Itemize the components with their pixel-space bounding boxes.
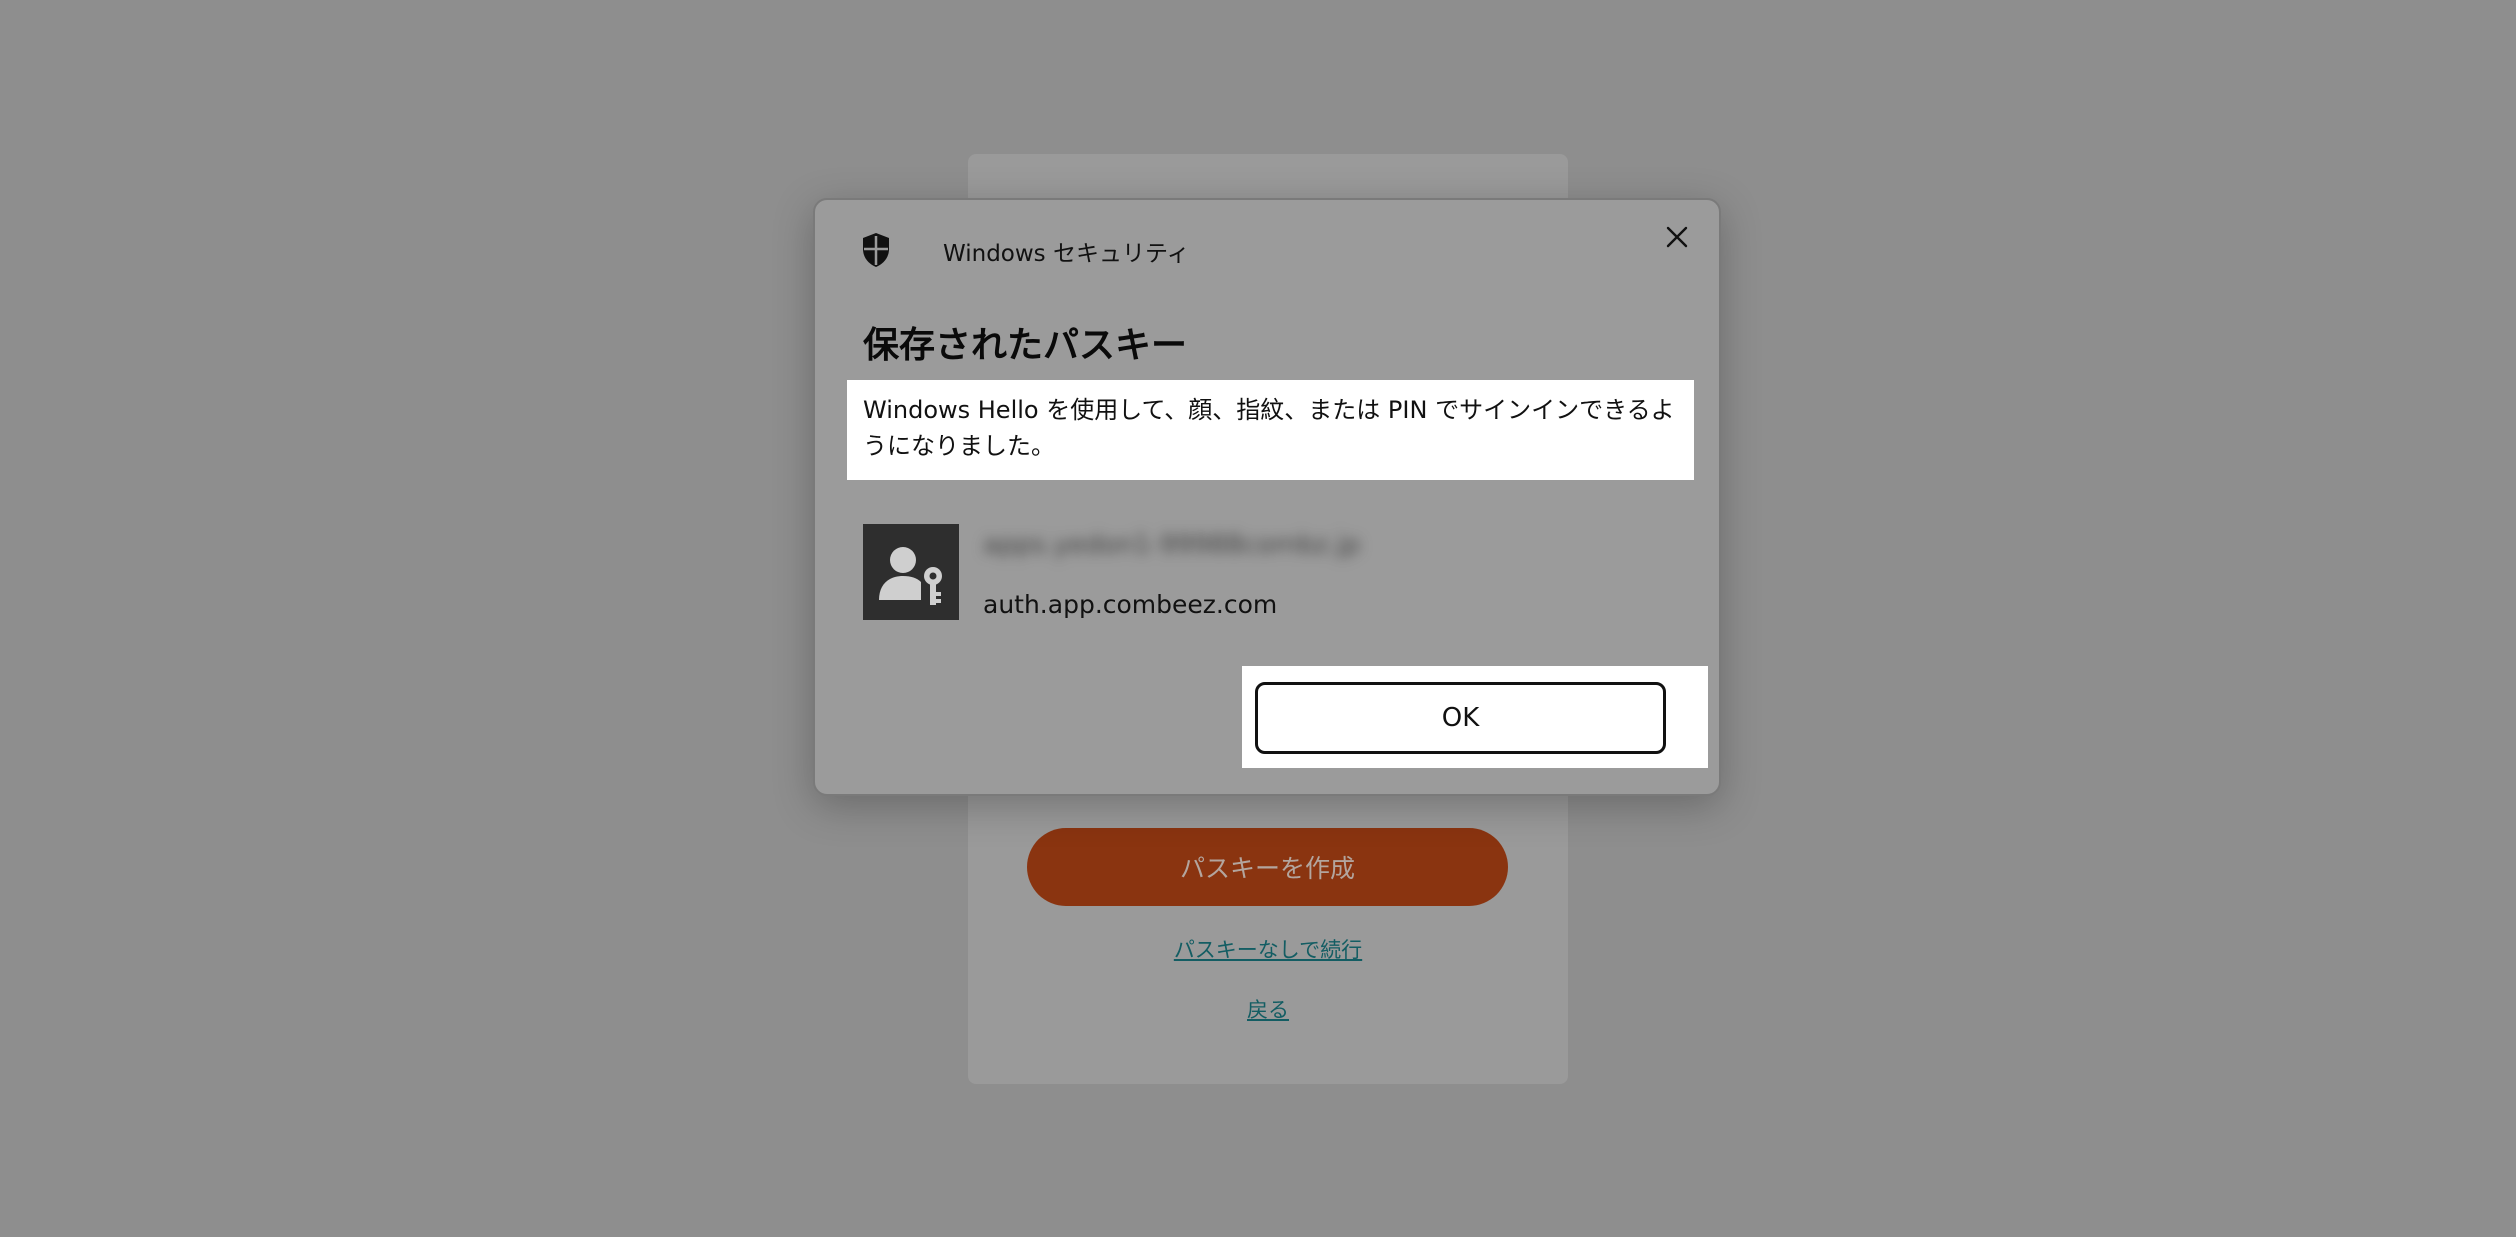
dialog-heading: 保存されたパスキー [863, 325, 1188, 366]
continue-without-passkey-link[interactable]: パスキーなしで続行 [968, 934, 1568, 964]
create-passkey-button[interactable]: パスキーを作成 [1027, 828, 1508, 906]
dialog-message: Windows Hello を使用して、顔、指紋、または PIN でサインインで… [847, 380, 1694, 480]
shield-icon [863, 233, 889, 267]
close-icon[interactable] [1662, 222, 1692, 252]
relying-party-domain: auth.app.combeez.com [983, 590, 1278, 619]
account-name: apps.yedon1-99988combz.jp [983, 530, 1361, 560]
windows-security-dialog: Windows セキュリティ 保存されたパスキー Windows Hello を… [813, 198, 1721, 796]
dialog-title: Windows セキュリティ [943, 241, 1190, 267]
back-link[interactable]: 戻る [968, 994, 1568, 1024]
ok-button[interactable]: OK [1255, 682, 1666, 754]
user-key-icon [863, 524, 959, 620]
